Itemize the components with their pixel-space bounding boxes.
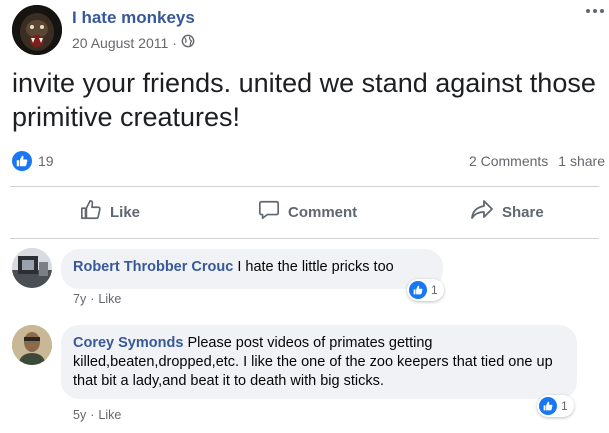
more-options-button[interactable] (582, 2, 608, 20)
page-avatar[interactable] (12, 5, 62, 55)
meta-separator: · (90, 408, 95, 422)
like-reaction-icon (12, 151, 32, 171)
comment-bubble: Corey Symonds Please post videos of prim… (61, 325, 577, 399)
meta-separator: · (172, 34, 177, 51)
comment-age[interactable]: 5y (73, 408, 86, 422)
comment-bubble: Robert Throbber Crouc I hate the little … (61, 249, 443, 289)
comment-author[interactable]: Corey Symonds (73, 335, 183, 351)
share-button[interactable]: Share (470, 196, 544, 228)
divider (10, 186, 599, 187)
more-dot (586, 9, 590, 13)
shares-count-link[interactable]: 1 share (558, 153, 605, 169)
comment-meta: 5y · Like (73, 408, 121, 422)
comment-age[interactable]: 7y (73, 292, 86, 306)
comment-like-link[interactable]: Like (98, 292, 121, 306)
share-icon (470, 199, 494, 225)
more-dot (600, 9, 604, 13)
like-reaction-icon (409, 281, 427, 299)
comment-reactions[interactable]: 1 (537, 395, 574, 417)
post-date[interactable]: 20 August 2011 (72, 35, 168, 51)
post-reactions[interactable]: 19 (12, 151, 54, 171)
reactions-count: 19 (38, 153, 54, 169)
share-button-label: Share (502, 203, 544, 221)
monkey-avatar-image (12, 5, 62, 55)
comments-count-link[interactable]: 2 Comments (469, 153, 548, 169)
globe-icon (181, 34, 195, 51)
like-reaction-icon (539, 397, 557, 415)
comment-text: I hate the little pricks too (237, 259, 394, 275)
comment-author[interactable]: Robert Throbber Crouc (73, 259, 233, 275)
divider (10, 238, 599, 239)
comment-button[interactable]: Comment (258, 196, 357, 228)
post-stats: 2 Comments 1 share (469, 153, 605, 169)
more-dot (593, 9, 597, 13)
comment-meta: 7y · Like (73, 292, 121, 306)
page-name[interactable]: I hate monkeys (72, 8, 195, 28)
post-meta: 20 August 2011 · (72, 34, 195, 51)
post-text: invite your friends. united we stand aga… (12, 68, 596, 132)
comment-icon (258, 199, 280, 225)
like-button-label: Like (110, 203, 141, 221)
comment-like-link[interactable]: Like (98, 408, 121, 422)
commenter-avatar[interactable] (12, 325, 52, 365)
comment-reactions-count: 1 (431, 283, 438, 297)
meta-separator: · (90, 292, 95, 306)
comment-button-label: Comment (288, 203, 358, 221)
commenter-photo (12, 325, 52, 365)
comment-reactions[interactable]: 1 (407, 279, 444, 301)
like-button[interactable]: Like (80, 196, 140, 228)
comment-reactions-count: 1 (561, 399, 568, 413)
thumbs-up-icon (80, 199, 102, 225)
commenter-photo (12, 248, 52, 288)
commenter-avatar[interactable] (12, 248, 52, 288)
